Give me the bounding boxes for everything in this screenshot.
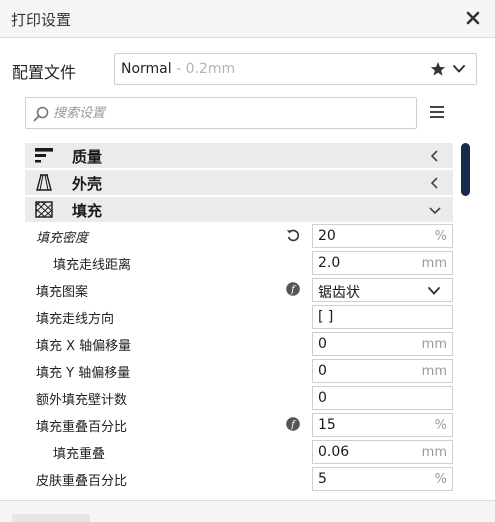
- setting-skin-overlap-percentage: 皮肤重叠百分比 5 %: [0, 465, 460, 492]
- setting-value: [ ]: [318, 309, 334, 325]
- footer-button[interactable]: [12, 514, 90, 522]
- scrollbar-thumb[interactable]: [461, 143, 470, 196]
- setting-infill-y-offset: 填充 Y 轴偏移量 0 mm: [0, 357, 460, 384]
- setting-input[interactable]: 15 %: [312, 413, 453, 437]
- chevron-down-icon[interactable]: [429, 204, 441, 216]
- profile-detail: - 0.2mm: [171, 61, 236, 77]
- setting-label: 填充图案: [36, 285, 89, 300]
- setting-input[interactable]: 0 mm: [312, 332, 453, 356]
- close-icon[interactable]: [464, 8, 482, 28]
- setting-infill-x-offset: 填充 X 轴偏移量 0 mm: [0, 330, 460, 357]
- search-icon: [33, 106, 49, 122]
- infill-icon: [35, 201, 53, 218]
- setting-input[interactable]: 5 %: [312, 467, 453, 491]
- function-icon[interactable]: f: [286, 417, 300, 431]
- setting-label: 额外填充壁计数: [36, 393, 128, 408]
- setting-label: 填充走线方向: [36, 312, 115, 327]
- section-shell[interactable]: 外壳: [25, 170, 453, 195]
- setting-label: 填充 Y 轴偏移量: [36, 366, 131, 381]
- setting-infill-line-distance: 填充走线距离 2.0 mm: [0, 249, 460, 276]
- setting-unit: %: [434, 229, 447, 244]
- setting-unit: mm: [421, 256, 447, 271]
- profile-name: Normal - 0.2mm: [121, 61, 236, 77]
- setting-unit: mm: [421, 337, 447, 352]
- chevron-left-icon[interactable]: [429, 150, 441, 162]
- window-title: 打印设置: [11, 11, 72, 29]
- section-label: 外壳: [72, 175, 103, 193]
- section-label: 填充: [72, 202, 103, 220]
- setting-value: 0: [318, 336, 327, 352]
- quality-icon: [35, 148, 53, 163]
- setting-value: 锯齿状: [318, 285, 360, 301]
- chevron-down-icon[interactable]: [452, 63, 466, 75]
- shell-icon: [36, 174, 52, 191]
- setting-infill-density: 填充密度 20 %: [0, 222, 460, 249]
- setting-label: 填充重叠百分比: [36, 420, 128, 435]
- print-settings-window: 打印设置 配置文件 Normal - 0.2mm 质量: [0, 0, 495, 522]
- chevron-down-icon: [428, 287, 440, 295]
- setting-label: 皮肤重叠百分比: [36, 474, 128, 489]
- setting-input[interactable]: [ ]: [312, 305, 453, 329]
- section-quality[interactable]: 质量: [25, 143, 453, 168]
- function-icon[interactable]: f: [286, 282, 300, 296]
- setting-value: 15: [318, 417, 336, 433]
- setting-extra-infill-wall-count: 额外填充壁计数 0: [0, 384, 460, 411]
- search-input[interactable]: [53, 102, 408, 124]
- setting-input[interactable]: 0.06 mm: [312, 440, 453, 464]
- setting-unit: %: [434, 472, 447, 487]
- setting-label: 填充重叠: [53, 447, 106, 462]
- menu-icon[interactable]: [429, 105, 445, 119]
- setting-unit: %: [434, 418, 447, 433]
- section-infill[interactable]: 填充: [25, 197, 453, 222]
- setting-input[interactable]: 0: [312, 386, 453, 410]
- setting-input[interactable]: 20 %: [312, 224, 453, 248]
- profile-label: 配置文件: [12, 63, 77, 82]
- search-box[interactable]: [25, 97, 417, 129]
- setting-input[interactable]: 2.0 mm: [312, 251, 453, 275]
- setting-value: 0: [318, 390, 327, 406]
- star-icon[interactable]: [430, 61, 446, 77]
- title-bar: 打印设置: [0, 0, 495, 38]
- bottom-bar: [0, 501, 495, 522]
- setting-unit: mm: [421, 364, 447, 379]
- setting-infill-line-directions: 填充走线方向 [ ]: [0, 303, 460, 330]
- profile-selector[interactable]: Normal - 0.2mm: [114, 53, 477, 85]
- setting-value: 5: [318, 471, 327, 487]
- setting-label: 填充走线距离: [53, 258, 132, 273]
- setting-value: 0.06: [318, 444, 350, 460]
- setting-infill-overlap-percentage: 填充重叠百分比 f 15 %: [0, 411, 460, 438]
- setting-value: 20: [318, 228, 336, 244]
- chevron-left-icon[interactable]: [429, 177, 441, 189]
- setting-dropdown[interactable]: 锯齿状: [312, 278, 453, 302]
- setting-infill-pattern: 填充图案 f 锯齿状: [0, 276, 460, 303]
- setting-label: 填充 X 轴偏移量: [36, 339, 132, 354]
- reset-icon[interactable]: [286, 228, 300, 242]
- setting-unit: mm: [421, 445, 447, 460]
- setting-infill-overlap: 填充重叠 0.06 mm: [0, 438, 460, 465]
- section-label: 质量: [72, 148, 103, 166]
- setting-value: 0: [318, 363, 327, 379]
- setting-value: 2.0: [318, 255, 341, 271]
- setting-label: 填充密度: [36, 231, 89, 246]
- setting-input[interactable]: 0 mm: [312, 359, 453, 383]
